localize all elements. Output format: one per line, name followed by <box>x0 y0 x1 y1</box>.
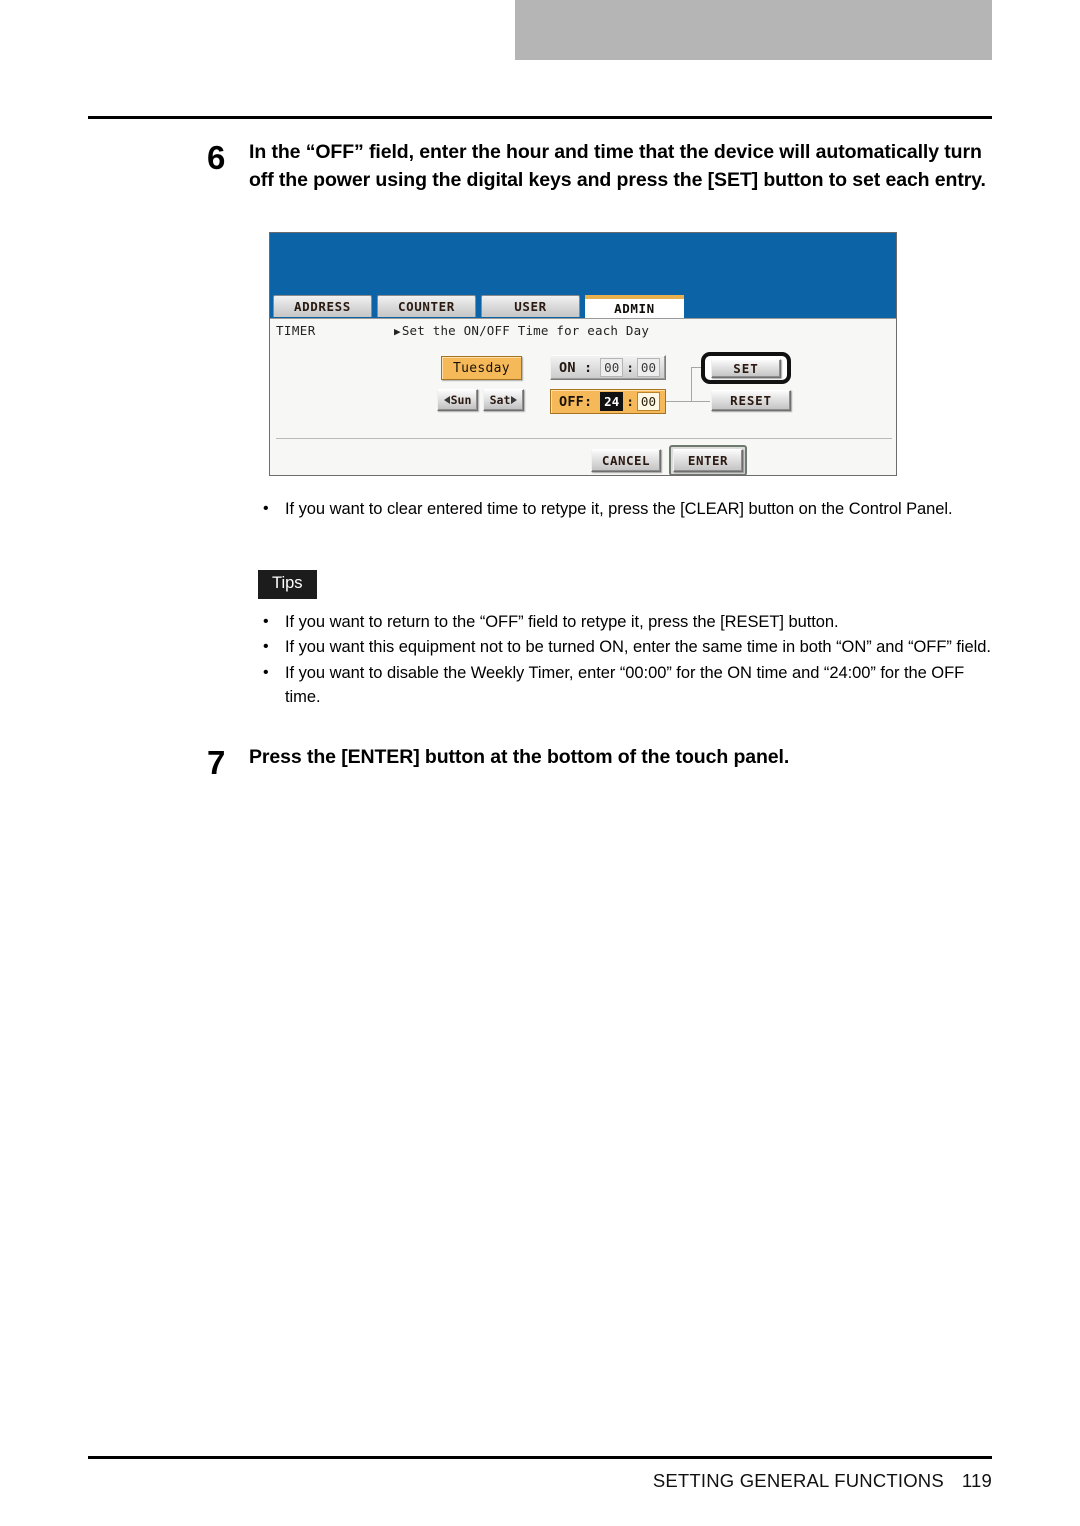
list-item: • If you want this equipment not to be t… <box>263 635 998 659</box>
arrow-left-icon <box>443 396 450 404</box>
footer: SETTING GENERAL FUNCTIONS 119 <box>88 1470 992 1492</box>
on-time-label: ON : <box>559 359 593 376</box>
step-7-text: Press the [ENTER] button at the bottom o… <box>249 746 790 768</box>
panel-footer-divider <box>276 438 892 439</box>
enter-button[interactable]: ENTER <box>673 449 743 472</box>
prev-day-button[interactable]: Sun <box>437 389 478 411</box>
list-item: • If you want to disable the Weekly Time… <box>263 661 998 710</box>
bullet-icon: • <box>263 500 269 517</box>
next-day-label: Sat <box>489 393 511 407</box>
off-time-label: OFF: <box>559 393 593 410</box>
caret-right-icon: ▶ <box>394 325 401 338</box>
header-divider-rule <box>88 116 992 119</box>
screen-instruction-text: Set the ON/OFF Time for each Day <box>401 323 650 338</box>
off-time-hour[interactable]: 24 <box>600 392 624 411</box>
off-time-separator: : <box>626 394 635 409</box>
list-item: • If you want to return to the “OFF” fie… <box>263 610 998 634</box>
cancel-button[interactable]: CANCEL <box>591 449 661 472</box>
tab-counter[interactable]: COUNTER <box>377 295 476 317</box>
current-day-button[interactable]: Tuesday <box>441 356 522 380</box>
touch-panel-tabstrip: ADDRESS COUNTER USER ADMIN <box>270 295 896 318</box>
arrow-right-icon <box>511 396 518 404</box>
tip-text-1: If you want to return to the “OFF” field… <box>285 613 839 631</box>
page-number: 119 <box>961 1470 992 1491</box>
tip-text-2: If you want this equipment not to be tur… <box>285 638 991 657</box>
screen-section-label: TIMER <box>276 323 316 338</box>
step-6-number: 6 <box>207 139 226 176</box>
reset-button[interactable]: RESET <box>711 390 791 411</box>
clear-note-text: If you want to clear entered time to ret… <box>285 500 953 518</box>
on-time-separator: : <box>626 360 635 375</box>
on-time-digits: 00 : 00 <box>600 358 661 377</box>
footer-divider-rule <box>88 1456 992 1459</box>
off-time-digits: 24 : 00 <box>600 392 661 411</box>
field-button-connector-stub <box>666 401 676 402</box>
step-7: 7 Press the [ENTER] button at the bottom… <box>207 744 997 779</box>
prev-day-label: Sun <box>450 393 472 407</box>
touch-panel-body: TIMER ▶Set the ON/OFF Time for each Day … <box>270 318 896 475</box>
screen-instruction-row: ▶Set the ON/OFF Time for each Day <box>394 323 649 338</box>
step-6: 6 In the “OFF” field, enter the hour and… <box>207 139 997 194</box>
on-time-hour[interactable]: 00 <box>600 358 624 377</box>
set-button[interactable]: SET <box>711 359 781 378</box>
step-7-number: 7 <box>207 744 226 781</box>
off-time-minute[interactable]: 00 <box>637 392 661 411</box>
touch-panel-screenshot: ADDRESS COUNTER USER ADMIN TIMER ▶Set th… <box>269 232 897 476</box>
bullet-icon: • <box>263 613 269 630</box>
tip-text-3: If you want to disable the Weekly Timer,… <box>285 663 965 707</box>
next-day-button[interactable]: Sat <box>483 389 524 411</box>
clear-note-block: • If you want to clear entered time to r… <box>263 497 998 521</box>
tips-list: • If you want to return to the “OFF” fie… <box>263 610 998 711</box>
list-item: • If you want to clear entered time to r… <box>263 497 998 521</box>
tab-address[interactable]: ADDRESS <box>273 295 372 317</box>
on-time-field[interactable]: ON : 00 : 00 <box>550 355 666 380</box>
on-time-minute[interactable]: 00 <box>637 358 661 377</box>
tab-user[interactable]: USER <box>481 295 580 317</box>
off-time-field[interactable]: OFF: 24 : 00 <box>550 389 666 414</box>
tips-badge: Tips <box>258 570 317 599</box>
bullet-icon: • <box>263 638 269 656</box>
bullet-icon: • <box>263 663 269 681</box>
page-edge-tab-marker <box>515 0 992 60</box>
touch-panel-header-area <box>270 233 896 295</box>
footer-title: SETTING GENERAL FUNCTIONS <box>652 1470 944 1491</box>
step-6-text: In the “OFF” field, enter the hour and t… <box>249 141 986 191</box>
tab-admin[interactable]: ADMIN <box>585 295 684 318</box>
